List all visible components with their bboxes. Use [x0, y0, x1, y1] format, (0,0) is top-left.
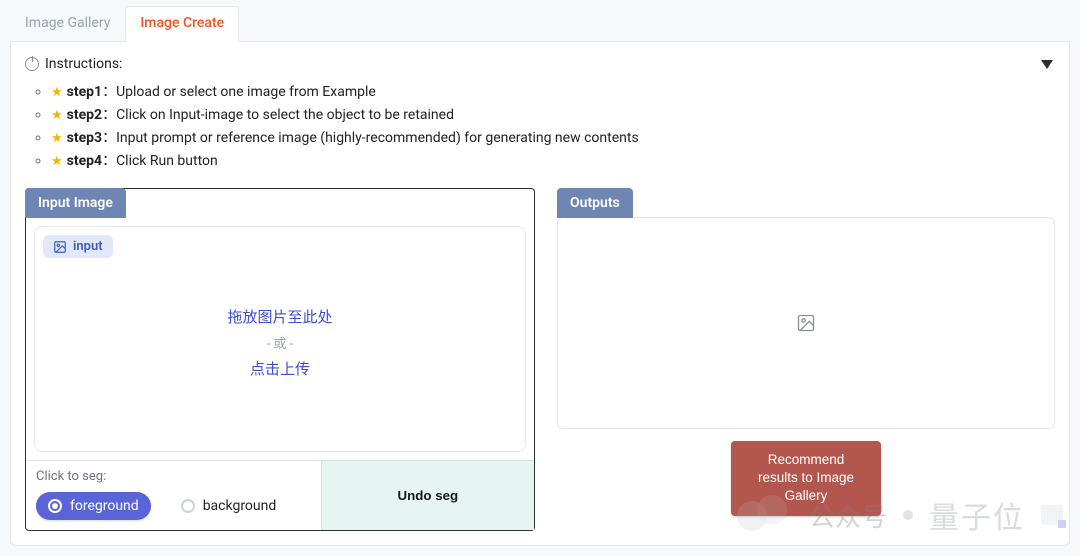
instructions-list: ★step1：Upload or select one image from E…	[35, 81, 1055, 170]
recommend-button[interactable]: Recommend results to Image Gallery	[731, 441, 881, 516]
radio-dot-icon	[48, 499, 62, 513]
upload-click-text[interactable]: 点击上传	[53, 358, 507, 379]
radio-foreground[interactable]: foreground	[36, 492, 151, 520]
tabs: Image Gallery Image Create	[10, 6, 1070, 42]
radio-background[interactable]: background	[169, 492, 289, 520]
radio-foreground-label: foreground	[70, 498, 139, 514]
segmentation-title: Click to seg:	[36, 469, 311, 484]
image-icon	[53, 240, 67, 254]
input-chip-label: input	[73, 239, 103, 254]
star-icon: ★	[51, 85, 63, 100]
outputs-panel-title: Outputs	[557, 188, 633, 218]
radio-dot-icon	[181, 499, 195, 513]
instructions-title: Instructions:	[45, 56, 122, 72]
input-upload-card: input 拖放图片至此处 - 或 - 点击上传	[34, 226, 526, 452]
star-icon: ★	[51, 131, 63, 146]
segmentation-controls: Click to seg: foreground background	[26, 460, 321, 530]
instructions-header[interactable]: Instructions:	[25, 54, 1055, 78]
radio-background-label: background	[203, 498, 277, 514]
clock-icon	[25, 57, 39, 71]
star-icon: ★	[51, 108, 63, 123]
upload-drop-text: 拖放图片至此处	[53, 306, 507, 327]
upload-or-text: - 或 -	[53, 333, 507, 352]
tab-image-gallery[interactable]: Image Gallery	[10, 6, 125, 41]
main-card: Instructions: ★step1：Upload or select on…	[10, 42, 1070, 546]
outputs-area	[557, 217, 1055, 429]
image-placeholder-icon	[796, 313, 816, 333]
chevron-down-icon	[1041, 60, 1053, 69]
tab-image-create[interactable]: Image Create	[125, 6, 239, 42]
input-chip: input	[43, 235, 113, 258]
star-icon: ★	[51, 154, 63, 169]
upload-zone[interactable]: 拖放图片至此处 - 或 - 点击上传	[43, 258, 517, 439]
undo-seg-button[interactable]: Undo seg	[321, 460, 534, 530]
input-image-panel-title: Input Image	[25, 188, 126, 218]
input-image-panel: Input Image input 拖放图片至此处 - 或 - 点击上传	[25, 188, 535, 531]
